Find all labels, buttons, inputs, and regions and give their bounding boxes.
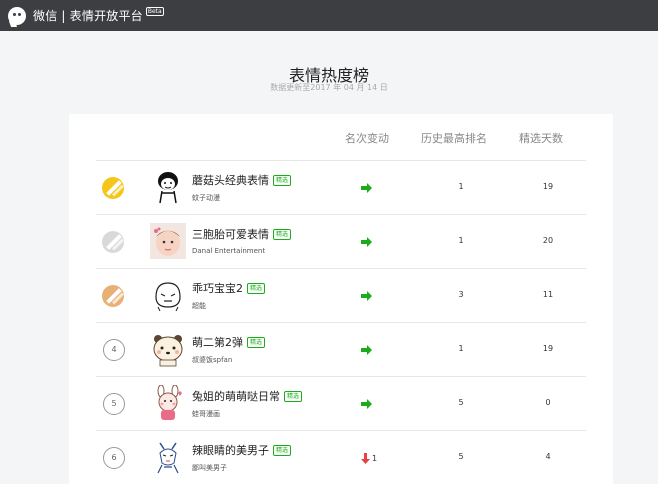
featured-tag: 精选 [247, 336, 266, 348]
column-history-best: 历史最高排名 [421, 132, 487, 145]
ranking-card: 名次变动 历史最高排名 精选天数 蘑菇头经典表情 精选 蚊子动漫 1 19 三胞… [69, 114, 613, 484]
featured-tag: 精选 [284, 390, 303, 402]
arrow-right-icon [361, 291, 372, 301]
sticker-thumbnail[interactable] [150, 331, 186, 367]
featured-tag: 精选 [273, 444, 292, 456]
column-rank-change: 名次变动 [345, 132, 389, 145]
sticker-author[interactable]: Danal Entertainment [192, 247, 265, 255]
sticker-author[interactable]: 蚊子动漫 [192, 193, 220, 203]
rank-change [361, 289, 391, 303]
silver-medal-icon [102, 231, 124, 253]
featured-tag: 精选 [273, 174, 292, 186]
table-row[interactable]: 三胞胎可爱表情 精选 Danal Entertainment 1 20 [96, 214, 586, 268]
featured-days: 4 [545, 452, 551, 461]
table-row[interactable]: 6 辣眼睛的美男子 精选 鄙叫美男子 1 5 4 [96, 430, 586, 484]
history-best: 5 [458, 452, 464, 461]
sticker-author[interactable]: 超能 [192, 301, 206, 311]
brand-title[interactable]: 微信 | 表情开放平台 [33, 7, 143, 24]
history-best: 1 [458, 236, 464, 245]
featured-days: 19 [542, 182, 554, 191]
sticker-thumbnail[interactable] [150, 169, 186, 205]
rank-number: 4 [103, 339, 125, 361]
rank-change [361, 343, 391, 357]
table-row[interactable]: 乖巧宝宝2 精选 超能 3 11 [96, 268, 586, 322]
sticker-author[interactable]: 蛙哥漫画 [192, 409, 220, 419]
sticker-name[interactable]: 兔姐的萌萌哒日常 精选 [192, 388, 303, 404]
sticker-thumbnail[interactable] [150, 385, 186, 421]
sticker-name[interactable]: 蘑菇头经典表情 精选 [192, 172, 292, 188]
sticker-thumbnail[interactable] [150, 277, 186, 313]
history-best: 1 [458, 344, 464, 353]
bronze-medal-icon [102, 285, 124, 307]
column-featured-days: 精选天数 [519, 132, 563, 145]
table-row[interactable]: 蘑菇头经典表情 精选 蚊子动漫 1 19 [96, 160, 586, 214]
history-best: 5 [458, 398, 464, 407]
featured-days: 11 [542, 290, 554, 299]
table-header: 名次变动 历史最高排名 精选天数 [69, 114, 613, 160]
sticker-name[interactable]: 三胞胎可爱表情 精选 [192, 226, 292, 242]
arrow-right-icon [361, 345, 372, 355]
rank-change: 1 [361, 451, 391, 465]
history-best: 3 [458, 290, 464, 299]
featured-days: 0 [545, 398, 551, 407]
arrow-right-icon [361, 183, 372, 193]
rank-number: 5 [103, 393, 125, 415]
arrow-right-icon [361, 237, 372, 247]
arrow-down-icon [361, 452, 370, 464]
update-date: 数据更新至2017 年 04 月 14 日 [270, 83, 388, 92]
rank-change-value: 1 [372, 453, 378, 463]
table-row[interactable]: 5 兔姐的萌萌哒日常 精选 蛙哥漫画 5 0 [96, 376, 586, 430]
beta-badge: Beta [145, 7, 164, 16]
rank-change [361, 397, 391, 411]
rank-change [361, 181, 391, 195]
rank-change [361, 235, 391, 249]
gold-medal-icon [102, 177, 124, 199]
history-best: 1 [458, 182, 464, 191]
top-bar: 微信 | 表情开放平台 Beta [0, 0, 658, 31]
sticker-thumbnail[interactable] [150, 439, 186, 475]
featured-tag: 精选 [247, 282, 266, 294]
featured-days: 19 [542, 344, 554, 353]
sticker-name[interactable]: 乖巧宝宝2 精选 [192, 280, 266, 296]
featured-tag: 精选 [273, 228, 292, 240]
arrow-right-icon [361, 399, 372, 409]
sticker-name[interactable]: 辣眼睛的美男子 精选 [192, 442, 292, 458]
rank-number: 6 [103, 447, 125, 469]
featured-days: 20 [542, 236, 554, 245]
sticker-author[interactable]: 鄙叫美男子 [192, 463, 227, 473]
sticker-author[interactable]: 叔婆饭spfan [192, 355, 232, 365]
table-row[interactable]: 4 萌二第2弹 精选 叔婆饭spfan 1 19 [96, 322, 586, 376]
sticker-thumbnail[interactable] [150, 223, 186, 259]
wechat-logo-icon[interactable] [8, 6, 26, 27]
sticker-name[interactable]: 萌二第2弹 精选 [192, 334, 266, 350]
